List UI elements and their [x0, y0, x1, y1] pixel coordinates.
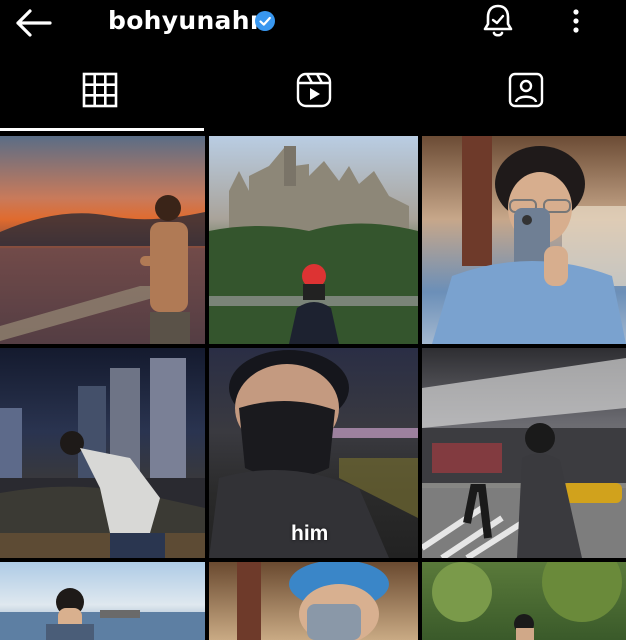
post-thumbnail[interactable]: [422, 562, 626, 640]
post-thumbnail[interactable]: [422, 136, 626, 344]
verified-badge-icon: [254, 10, 276, 32]
post-thumbnail[interactable]: [209, 562, 418, 640]
post-caption-overlay: him: [291, 522, 329, 545]
post-thumbnail[interactable]: [422, 348, 626, 558]
active-tab-indicator: [0, 128, 204, 131]
grid-icon[interactable]: [80, 70, 120, 110]
profile-header: bohyunahn: [0, 0, 626, 48]
post-thumbnail[interactable]: [0, 562, 205, 640]
profile-username: bohyunahn: [108, 6, 268, 35]
reels-icon[interactable]: [294, 70, 334, 110]
posts-grid: him: [0, 136, 626, 640]
bell-icon[interactable]: [480, 2, 516, 40]
post-thumbnail[interactable]: [0, 136, 205, 344]
post-thumbnail[interactable]: [0, 348, 205, 558]
more-vertical-icon[interactable]: [566, 6, 586, 36]
profile-tabs: [0, 60, 626, 132]
back-arrow-icon[interactable]: [14, 6, 54, 40]
tagged-person-icon[interactable]: [506, 70, 546, 110]
post-thumbnail[interactable]: [209, 136, 418, 344]
post-thumbnail[interactable]: him: [209, 348, 418, 558]
